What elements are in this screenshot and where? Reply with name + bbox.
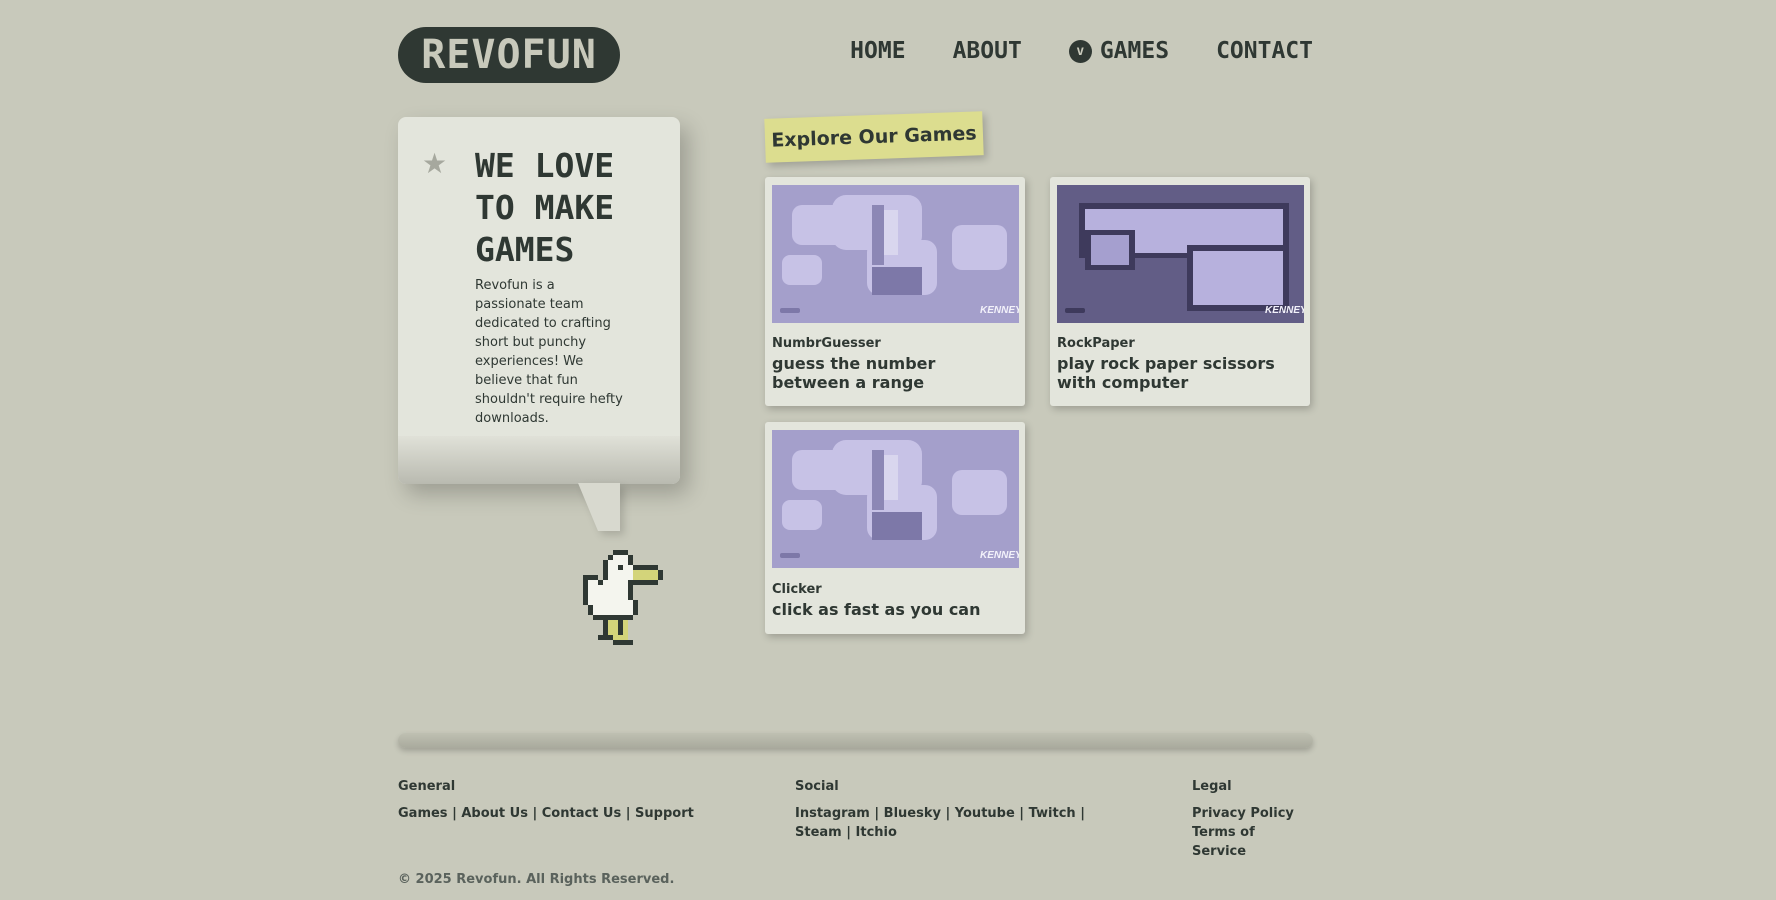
footer-link-steam[interactable]: Steam bbox=[795, 825, 842, 840]
footer-legal-title: Legal bbox=[1192, 779, 1232, 794]
game-card-numbrguesser[interactable]: KENNEY NumbrGuesser guess the number bet… bbox=[765, 177, 1025, 406]
page: REVOFUN HOME ABOUT v GAMES CONTACT ★ WE … bbox=[398, 0, 1313, 900]
footer-social-title: Social bbox=[795, 779, 839, 794]
nav-home[interactable]: HOME bbox=[850, 38, 905, 64]
copyright-text: © 2025 Revofun. All Rights Reserved. bbox=[398, 872, 675, 887]
footer-link-about[interactable]: About Us bbox=[461, 806, 528, 821]
footer-link-instagram[interactable]: Instagram bbox=[795, 806, 870, 821]
hero-body: Revofun is a passionate team dedicated t… bbox=[475, 278, 623, 426]
nav-contact[interactable]: CONTACT bbox=[1216, 38, 1313, 64]
game-title: RockPaper bbox=[1057, 336, 1135, 351]
hero-heading: WE LOVE TO MAKE GAMES bbox=[475, 146, 615, 269]
active-marker-icon: v bbox=[1068, 39, 1092, 63]
main-nav: HOME ABOUT v GAMES CONTACT bbox=[850, 38, 1313, 64]
footer-social: Social Instagram | Bluesky | Youtube | T… bbox=[795, 779, 1115, 842]
footer-link-terms[interactable]: Terms of Service bbox=[1192, 825, 1255, 859]
footer-link-bluesky[interactable]: Bluesky bbox=[884, 806, 941, 821]
nav-about[interactable]: ABOUT bbox=[953, 38, 1022, 64]
nav-games-label: GAMES bbox=[1099, 38, 1170, 64]
footer-general: General Games | About Us | Contact Us | … bbox=[398, 779, 698, 823]
speech-tail bbox=[578, 483, 620, 531]
footer-divider bbox=[398, 733, 1313, 748]
footer-link-itchio[interactable]: Itchio bbox=[856, 825, 897, 840]
nav-contact-label: CONTACT bbox=[1216, 38, 1313, 64]
nav-about-label: ABOUT bbox=[952, 38, 1022, 64]
game-thumbnail: KENNEY bbox=[772, 430, 1019, 568]
footer-general-title: General bbox=[398, 779, 456, 794]
explore-games-label: Explore Our Games bbox=[764, 111, 984, 163]
game-card-clicker[interactable]: KENNEY Clicker click as fast as you can bbox=[765, 422, 1025, 634]
game-thumbnail: KENNEY bbox=[1057, 185, 1304, 323]
game-description: click as fast as you can bbox=[772, 600, 981, 619]
game-card-rockpaper[interactable]: KENNEY RockPaper play rock paper scissor… bbox=[1050, 177, 1310, 406]
card-shade bbox=[398, 436, 680, 484]
game-title: NumbrGuesser bbox=[772, 336, 881, 351]
game-title: Clicker bbox=[772, 582, 822, 597]
site-logo[interactable]: REVOFUN bbox=[398, 27, 620, 83]
footer-link-privacy[interactable]: Privacy Policy bbox=[1192, 806, 1294, 821]
hero-card: ★ WE LOVE TO MAKE GAMES Revofun is a pas… bbox=[398, 117, 680, 484]
star-icon: ★ bbox=[422, 147, 448, 180]
footer-link-contact[interactable]: Contact Us bbox=[542, 806, 621, 821]
footer-link-twitch[interactable]: Twitch bbox=[1029, 806, 1076, 821]
nav-games[interactable]: v GAMES bbox=[1068, 38, 1170, 64]
game-description: guess the number between a range bbox=[772, 354, 936, 392]
duck-mascot-icon bbox=[583, 550, 663, 645]
kenney-credit: KENNEY bbox=[1265, 305, 1304, 316]
footer-legal: Legal Privacy Policy Terms of Service bbox=[1192, 779, 1313, 861]
footer-link-youtube[interactable]: Youtube bbox=[955, 806, 1015, 821]
footer-link-support[interactable]: Support bbox=[635, 806, 694, 821]
footer-link-games[interactable]: Games bbox=[398, 806, 448, 821]
nav-home-label: HOME bbox=[850, 38, 906, 64]
kenney-credit: KENNEY bbox=[980, 305, 1019, 316]
game-description: play rock paper scissors with computer bbox=[1057, 354, 1275, 392]
game-thumbnail: KENNEY bbox=[772, 185, 1019, 323]
kenney-credit: KENNEY bbox=[980, 550, 1019, 561]
